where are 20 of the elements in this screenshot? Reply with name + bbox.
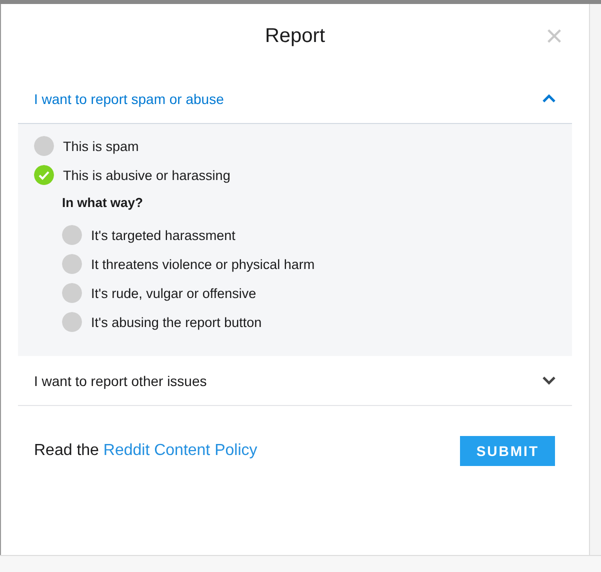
radio-button[interactable] xyxy=(34,136,54,156)
option-label: This is spam xyxy=(63,138,139,154)
dialog-title: Report xyxy=(264,25,326,49)
option-label: It threatens violence or physical harm xyxy=(91,256,315,272)
radio-button[interactable] xyxy=(62,225,82,245)
radio-button[interactable] xyxy=(62,283,82,303)
option-label: It's targeted harassment xyxy=(91,228,236,242)
policy-text: Read the Reddit Content Policy xyxy=(34,442,258,460)
policy-link[interactable]: Reddit Content Policy xyxy=(103,442,258,459)
option-label: This is abusive or harassing xyxy=(63,168,230,182)
radio-button[interactable] xyxy=(62,254,82,274)
option-label: It's rude, vulgar or offensive xyxy=(91,286,256,300)
chevron-up-icon xyxy=(542,94,556,103)
radio-button[interactable] xyxy=(62,312,82,332)
checked-radio[interactable] xyxy=(34,165,54,185)
section-header[interactable]: I want to report other issues xyxy=(18,356,572,406)
option-label: It's abusing the report button xyxy=(91,314,262,330)
question-label: In what way? xyxy=(62,195,144,210)
chevron-down-icon xyxy=(542,376,556,385)
submit-button[interactable]: SUBMIT xyxy=(460,436,555,466)
